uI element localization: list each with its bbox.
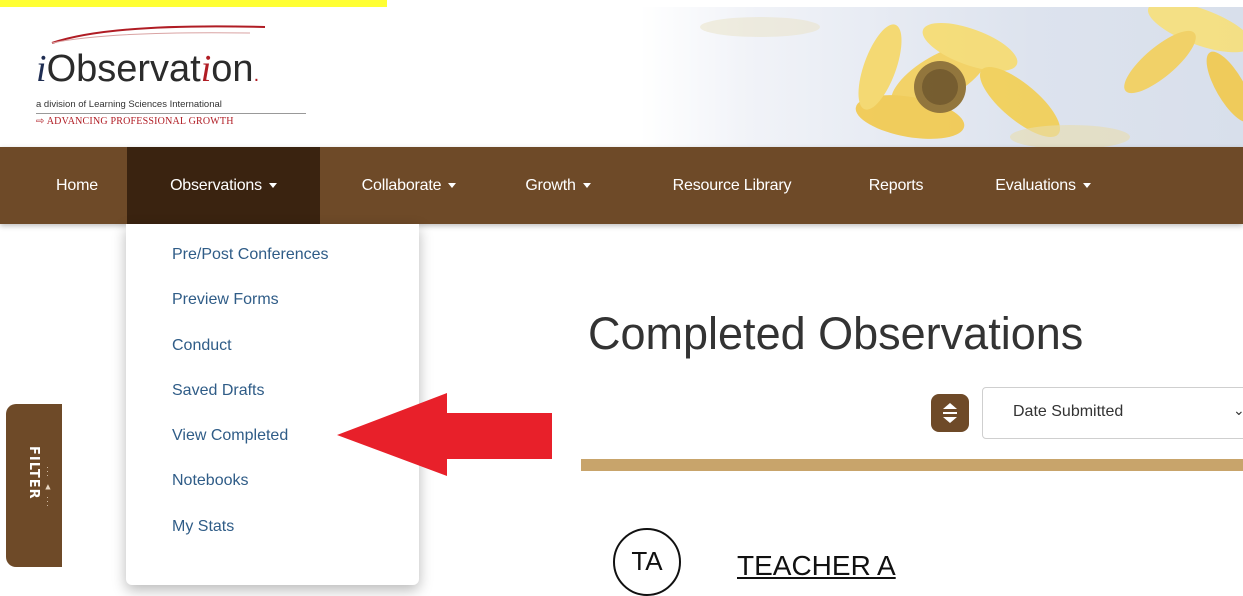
logo-swoosh bbox=[51, 25, 266, 44]
caret-down-icon bbox=[268, 183, 277, 189]
logo-divider bbox=[36, 113, 306, 114]
menu-item-pre-post-conferences[interactable]: Pre/Post Conferences bbox=[172, 246, 329, 264]
site-header: iObservation. a division of Learning Sci… bbox=[0, 7, 1243, 147]
red-arrow-annotation bbox=[337, 393, 552, 476]
nav-reports[interactable]: Reports bbox=[843, 147, 949, 224]
nav-observations-label: Observations bbox=[170, 177, 262, 194]
menu-item-view-completed[interactable]: View Completed bbox=[172, 427, 288, 445]
nav-resource-library-label: Resource Library bbox=[672, 177, 792, 194]
page-title: Completed Observations bbox=[588, 308, 1084, 359]
nav-resource-library[interactable]: Resource Library bbox=[635, 147, 829, 224]
sort-icon bbox=[943, 403, 957, 423]
nav-observations[interactable]: Observations bbox=[127, 147, 320, 224]
caret-down-icon bbox=[448, 183, 457, 189]
nav-growth-label: Growth bbox=[525, 177, 576, 194]
sort-toggle-button[interactable] bbox=[931, 394, 969, 432]
nav-home[interactable]: Home bbox=[34, 147, 120, 224]
logo-title: iObservation. bbox=[36, 48, 260, 90]
main-navbar: Home Observations Collaborate Growth Res… bbox=[0, 147, 1243, 224]
menu-item-saved-drafts[interactable]: Saved Drafts bbox=[172, 382, 264, 400]
teacher-avatar: TA bbox=[613, 528, 681, 596]
teacher-name-link[interactable]: TEACHER A bbox=[737, 550, 896, 582]
logo-subtitle: a division of Learning Sciences Internat… bbox=[36, 99, 222, 110]
filter-label: FILTER bbox=[26, 446, 41, 500]
nav-collaborate[interactable]: Collaborate bbox=[327, 147, 491, 224]
filter-panel-toggle[interactable]: FILTER ··· ▲ ··· bbox=[6, 404, 62, 567]
chevron-down-icon: ⌄ bbox=[1233, 402, 1243, 418]
highlight-strip bbox=[0, 0, 387, 7]
caret-down-icon bbox=[1082, 183, 1091, 189]
sunflower-banner bbox=[640, 7, 1243, 147]
menu-item-my-stats[interactable]: My Stats bbox=[172, 518, 234, 536]
sort-select-value: Date Submitted bbox=[1013, 403, 1124, 420]
nav-reports-label: Reports bbox=[868, 177, 924, 194]
menu-item-conduct[interactable]: Conduct bbox=[172, 337, 232, 355]
section-divider bbox=[581, 459, 1243, 471]
menu-item-notebooks[interactable]: Notebooks bbox=[172, 472, 249, 490]
grip-arrow-icon: ··· ▲ ··· bbox=[43, 466, 53, 508]
nav-home-label: Home bbox=[56, 177, 98, 194]
caret-down-icon bbox=[582, 183, 591, 189]
iobservation-logo[interactable]: iObservation. a division of Learning Sci… bbox=[32, 15, 332, 143]
sort-select[interactable]: Date Submitted ⌄ bbox=[982, 387, 1243, 439]
nav-evaluations[interactable]: Evaluations bbox=[960, 147, 1126, 224]
sunflower-image bbox=[700, 7, 1243, 147]
menu-item-preview-forms[interactable]: Preview Forms bbox=[172, 291, 279, 309]
nav-evaluations-label: Evaluations bbox=[995, 177, 1076, 194]
nav-growth[interactable]: Growth bbox=[498, 147, 618, 224]
nav-collaborate-label: Collaborate bbox=[361, 177, 442, 194]
logo-tagline: ⇨ ADVANCING PROFESSIONAL GROWTH bbox=[36, 116, 234, 127]
